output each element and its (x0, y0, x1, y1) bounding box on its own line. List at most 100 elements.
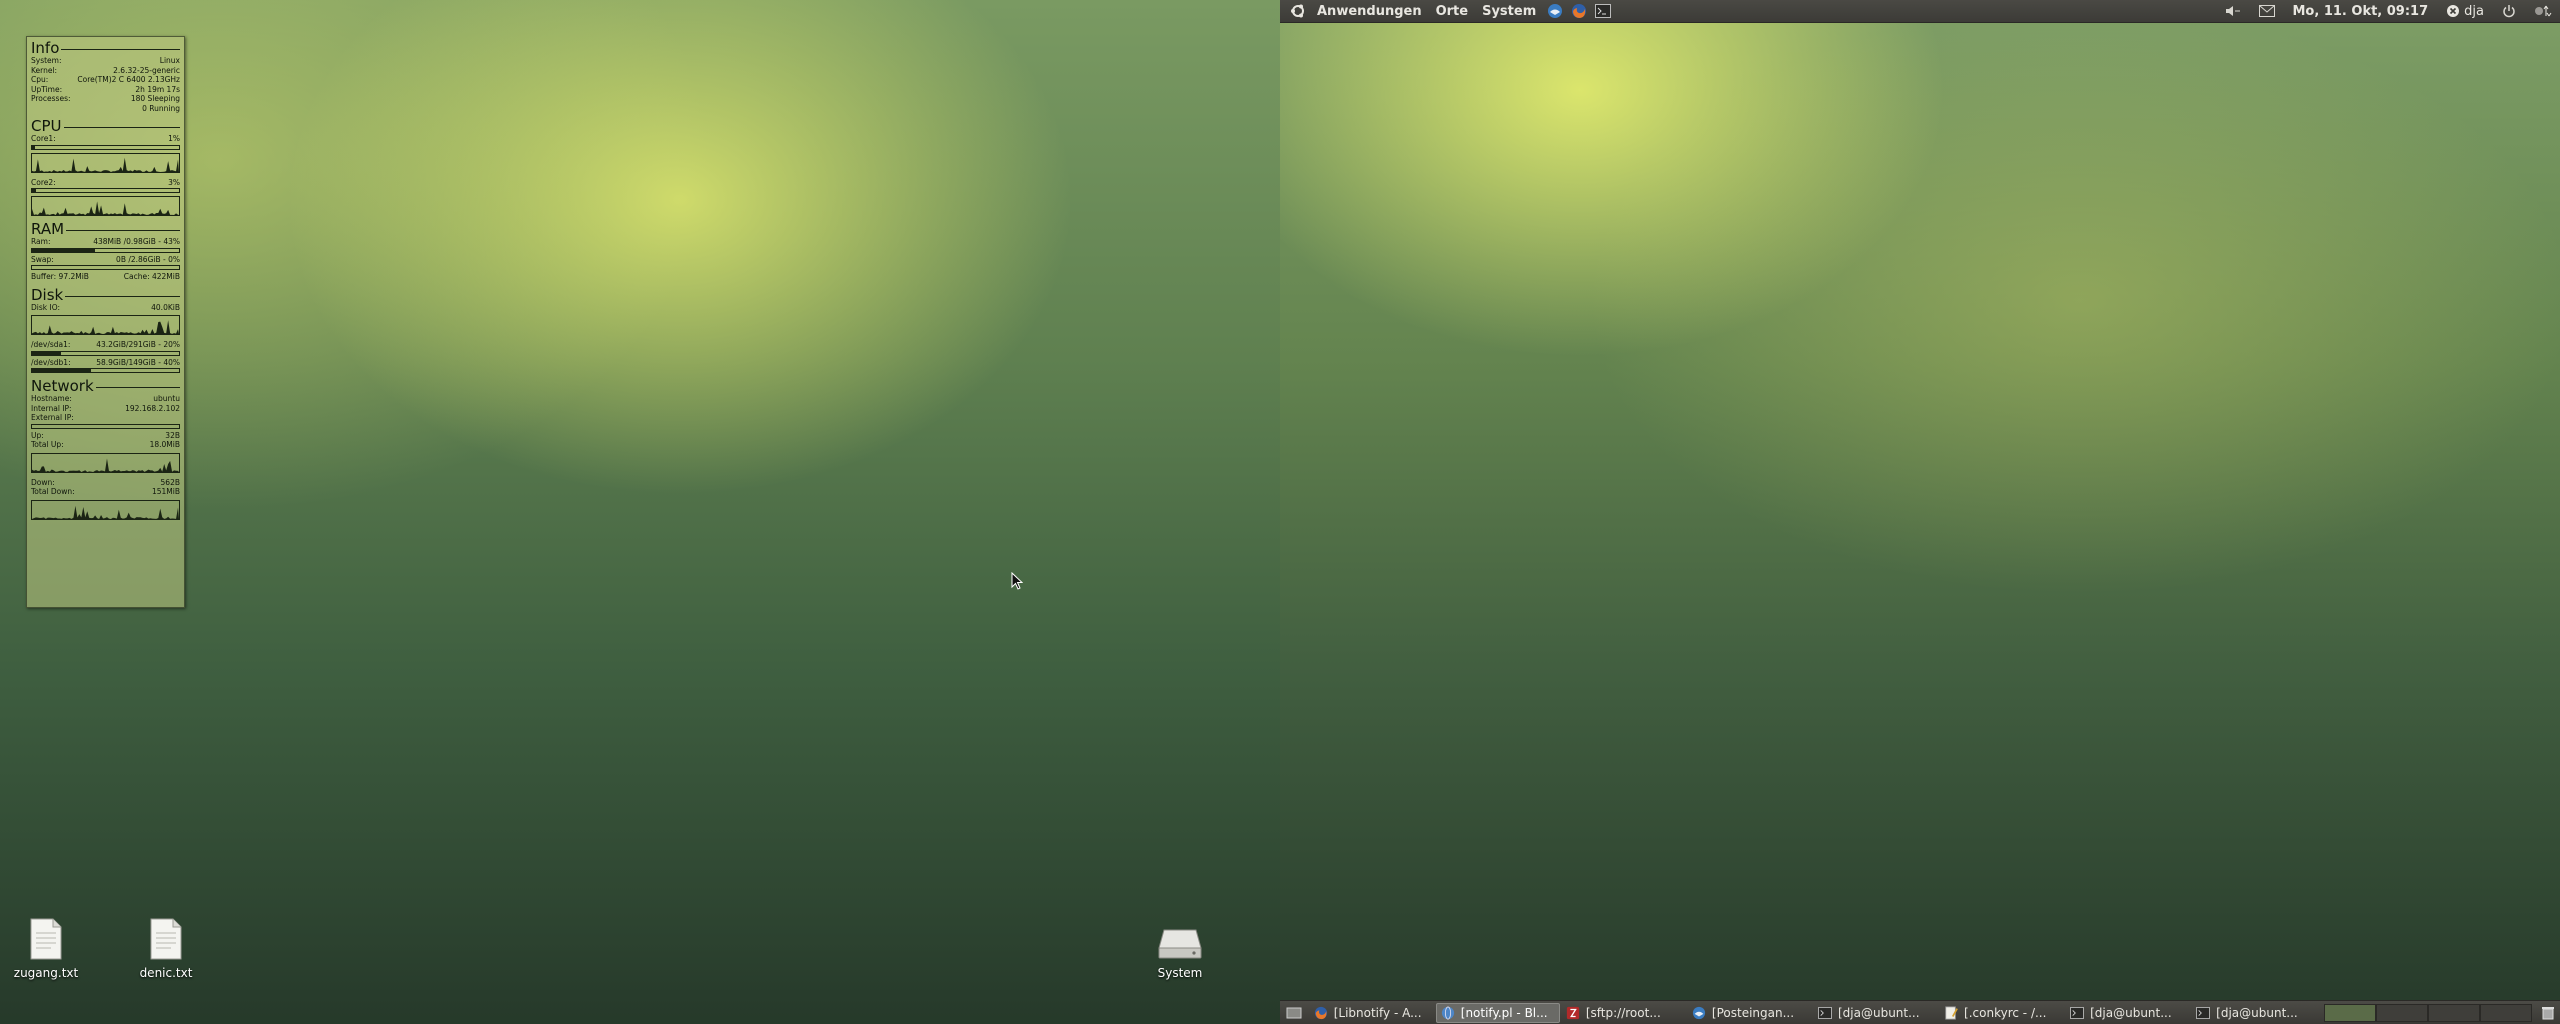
desktop-icon-system[interactable]: System (1140, 928, 1220, 980)
core2-label: Core2: (31, 177, 56, 187)
firefox-icon (1314, 1006, 1328, 1020)
sdb1-label: /dev/sdb1: (31, 357, 71, 367)
workspace-1[interactable] (2324, 1003, 2377, 1022)
power-icon[interactable] (2502, 4, 2516, 18)
thunderbird-icon (1692, 1006, 1706, 1020)
core1-value: 1% (168, 134, 180, 143)
terminal-icon[interactable] (1593, 1, 1613, 21)
core2-value: 3% (168, 177, 180, 187)
network-icon[interactable] (2534, 4, 2552, 18)
internal-ip-value: 192.168.2.102 (125, 403, 180, 413)
filezilla-icon (1566, 1006, 1580, 1020)
terminal-icon (2070, 1006, 2084, 1020)
conky-info-section: Info System: Linux Kernel: 2.6.32-25-gener… (31, 40, 180, 113)
workspace-4[interactable] (2480, 1003, 2533, 1022)
core1-graph (31, 152, 180, 173)
sda1-value: 43.2GiB/291GiB - 20% (96, 340, 180, 349)
conky-ram-section: RAM Ram: 438MiB /0.98GiB - 43% Swap: 0B /2… (31, 221, 180, 282)
conky-disk-title: Disk (31, 285, 64, 304)
up-value: 32B (165, 430, 180, 440)
swap-bar (31, 265, 180, 270)
desktop-icon-label: zugang.txt (13, 966, 79, 980)
menu-applications[interactable]: Anwendungen (1310, 4, 1429, 19)
core1-label: Core1: (31, 134, 56, 143)
conky-info-title: Info (31, 39, 60, 57)
firefox-icon[interactable] (1569, 1, 1589, 21)
taskbar-item-label: [dja@ubunt... (2216, 1005, 2298, 1020)
browser-icon (1441, 1005, 1455, 1020)
taskbar-item-active[interactable]: [notify.pl - Bl... (1435, 1002, 1560, 1023)
drive-icon (1158, 929, 1202, 959)
upload-graph (31, 452, 180, 473)
taskbar-item-label: [notify.pl - Bl... (1460, 1005, 1548, 1020)
ubuntu-logo-icon[interactable] (1288, 1, 1308, 21)
desktop-icon-label: denic.txt (139, 966, 193, 980)
desktop-icon-label: System (1157, 966, 1203, 980)
chat-status-icon (2447, 5, 2460, 17)
menu-system[interactable]: System (1475, 4, 1543, 19)
menu-places[interactable]: Orte (1429, 4, 1476, 19)
conky-info-row: Cpu: Core(TM)2 C 6400 2.13GHz (31, 75, 180, 84)
user-name: dja (2464, 3, 2484, 19)
workspace-2[interactable] (2376, 1003, 2429, 1022)
taskbar-item[interactable]: [sftp://root... (1562, 1003, 1686, 1023)
trash-button[interactable] (2538, 1003, 2560, 1023)
user-menu[interactable]: dja (2446, 4, 2484, 19)
volume-icon[interactable] (2225, 5, 2241, 17)
desktop-icon-denic[interactable]: denic.txt (126, 918, 206, 980)
hostname-label: Hostname: (31, 394, 72, 403)
internal-ip-label: Internal IP: (31, 403, 72, 413)
sdb1-value: 58.9GiB/149GiB - 40% (96, 357, 180, 367)
total-up-value: 18.0MiB (149, 440, 180, 449)
workspace-3[interactable] (2428, 1003, 2481, 1022)
taskbar-item[interactable]: [.conkyrc - /... (1940, 1003, 2064, 1023)
thunderbird-icon[interactable] (1545, 1, 1565, 21)
taskbar-item[interactable]: [dja@ubunt... (2192, 1003, 2316, 1023)
taskbar-item-label: [sftp://root... (1585, 1005, 1661, 1020)
desktop-icon-zugang[interactable]: zugang.txt (6, 918, 86, 980)
conky-info-row: Kernel: 2.6.32-25-generic (31, 65, 180, 75)
taskbar-item[interactable]: [Posteingan... (1688, 1003, 1812, 1023)
conky-cpu-section: CPU Core1: 1% Core2: 3% (31, 118, 180, 216)
taskbar-item[interactable]: [Libnotify - A... (1310, 1003, 1434, 1023)
right-desktop[interactable]: Anwendungen Orte System Mo, 11. Okt, 09:… (1280, 0, 2560, 1024)
taskbar-item[interactable]: [dja@ubunt... (1814, 1003, 1938, 1023)
taskbar-item-label: [dja@ubunt... (2090, 1005, 2172, 1020)
conky-ram-title: RAM (31, 220, 65, 238)
show-desktop-button[interactable] (1282, 1003, 1308, 1023)
mouse-pointer-icon (1011, 572, 1023, 590)
conky-disk-section: Disk Disk IO: 40.0KiB /dev/sda1: 43.2GiB/2… (31, 285, 180, 373)
total-down-label: Total Down: (31, 487, 75, 496)
taskbar-item[interactable]: [dja@ubunt... (2066, 1003, 2190, 1023)
text-file-icon (150, 918, 182, 960)
text-file-icon (30, 918, 62, 960)
taskbar-item-label: [.conkyrc - /... (1964, 1005, 2047, 1020)
conky-network-title: Network (31, 377, 94, 395)
total-down-value: 151MiB (151, 487, 180, 496)
left-desktop[interactable]: Info System: Linux Kernel: 2.6.32-25-gener… (0, 0, 1280, 1024)
disk-io-graph (31, 315, 180, 335)
buffer-label: Buffer: 97.2MiB (31, 272, 89, 281)
core2-graph (31, 196, 180, 216)
taskbar-item-label: [Libnotify - A... (1333, 1005, 1422, 1020)
main-menu: Anwendungen Orte System (1280, 0, 1615, 22)
tray-area: Mo, 11. Okt, 09:17 dja (2216, 0, 2560, 22)
terminal-icon (2196, 1006, 2211, 1020)
workspace-switcher (2324, 1003, 2533, 1022)
clock[interactable]: Mo, 11. Okt, 09:17 (2293, 4, 2429, 19)
taskbar-item-label: [Posteingan... (1711, 1005, 1795, 1020)
editor-icon (1944, 1005, 1958, 1020)
conky-info-row: 0 Running (142, 103, 180, 113)
core1-bar (31, 144, 180, 150)
external-ip-label: External IP: (31, 413, 74, 422)
conky-info-row: System: Linux (31, 56, 180, 65)
show-desktop-icon (1286, 1007, 1302, 1018)
bottom-panel: [Libnotify - A... [notify.pl - Bl... [sf… (1280, 1000, 2560, 1024)
total-up-label: Total Up: (31, 440, 64, 449)
ram-label: Ram: (31, 237, 51, 246)
swap-value: 0B /2.86GiB - 0% (116, 254, 180, 264)
core2-bar (31, 188, 180, 193)
conky-info-row: UpTime: 2h 19m 17s (31, 84, 180, 94)
mail-icon[interactable] (2258, 5, 2275, 17)
sda1-bar (31, 350, 180, 356)
